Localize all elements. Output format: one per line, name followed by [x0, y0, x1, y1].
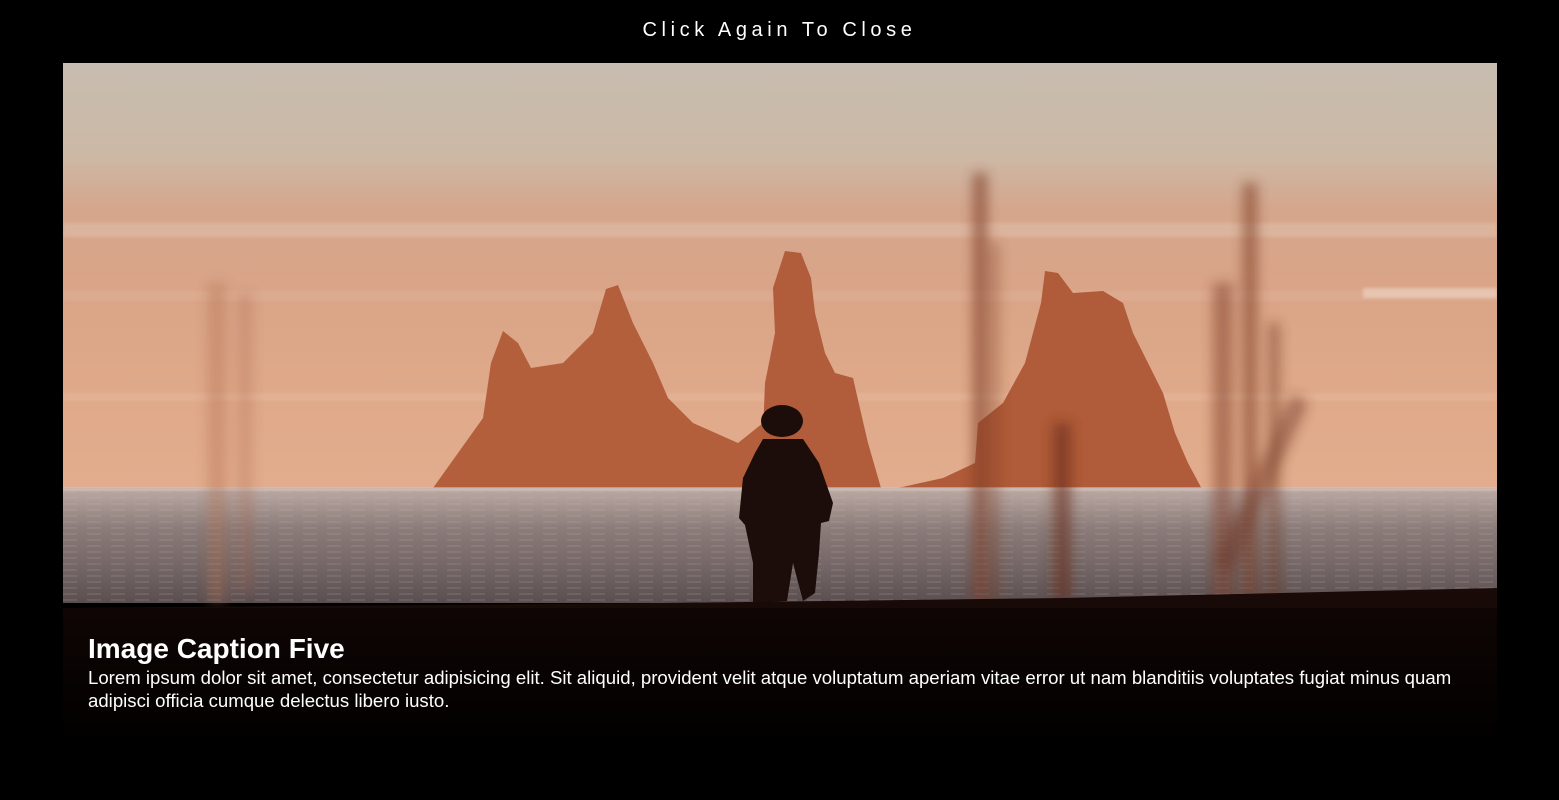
- lightbox-overlay[interactable]: Click Again To Close Image Caption Five …: [0, 0, 1559, 800]
- caption-title: Image Caption Five: [88, 633, 345, 664]
- image-caption: Image Caption Five Lorem ipsum dolor sit…: [63, 608, 1497, 736]
- lightbox-figure[interactable]: Image Caption Five Lorem ipsum dolor sit…: [63, 63, 1497, 736]
- close-hint[interactable]: Click Again To Close: [0, 17, 1559, 43]
- caption-description: Lorem ipsum dolor sit amet, consectetur …: [88, 667, 1452, 711]
